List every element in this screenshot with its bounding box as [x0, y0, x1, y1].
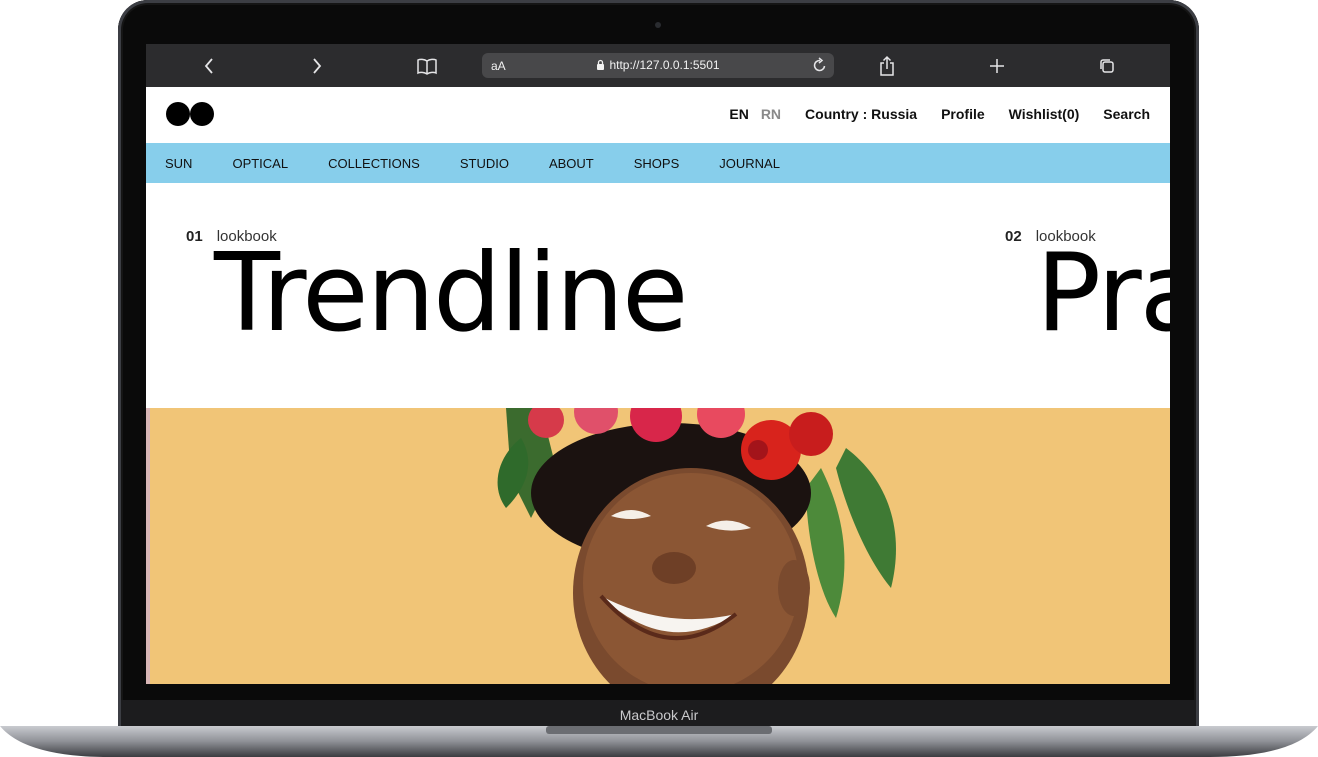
nav-item-sun[interactable]: SUN	[165, 156, 192, 171]
reload-icon	[813, 57, 826, 72]
nav-item-studio[interactable]: STUDIO	[460, 156, 509, 171]
nav-item-about[interactable]: ABOUT	[549, 156, 594, 171]
hero-image	[146, 408, 1170, 684]
url-display: http://127.0.0.1:5501	[482, 58, 834, 72]
url-text: http://127.0.0.1:5501	[609, 58, 720, 72]
browser-toolbar: aA http://127.0.0.1:5501	[146, 44, 1170, 87]
chevron-left-icon	[204, 58, 213, 74]
plus-icon	[990, 59, 1004, 73]
profile-link[interactable]: Profile	[941, 106, 985, 122]
reload-button[interactable]	[812, 56, 828, 77]
site-header: EN RN Country : Russia Profile Wishlist(…	[146, 87, 1170, 143]
book-icon	[417, 58, 437, 75]
logo-two-circles[interactable]	[165, 101, 217, 127]
bookmarks-button[interactable]	[414, 53, 440, 79]
lang-rn[interactable]: RN	[761, 106, 781, 122]
forward-button[interactable]	[304, 53, 330, 79]
nav-item-shops[interactable]: SHOPS	[634, 156, 680, 171]
hero-illustration	[497, 408, 896, 684]
nav-item-collections[interactable]: COLLECTIONS	[328, 156, 420, 171]
lang-en[interactable]: EN	[729, 106, 748, 122]
share-button[interactable]	[874, 53, 900, 79]
lock-icon	[597, 59, 605, 70]
language-switcher: EN RN	[729, 106, 781, 122]
lookbook-2-title[interactable]: Pra	[1036, 240, 1170, 348]
laptop-base	[0, 726, 1318, 757]
tabs-button[interactable]	[1094, 53, 1120, 79]
tabs-icon	[1100, 59, 1114, 73]
country-selector[interactable]: Country : Russia	[805, 106, 917, 122]
category-nav: SUN OPTICAL COLLECTIONS STUDIO ABOUT SHO…	[146, 143, 1170, 183]
lookbook-number: 02	[1005, 228, 1022, 245]
address-bar[interactable]: aA http://127.0.0.1:5501	[482, 53, 834, 78]
new-tab-button[interactable]	[984, 53, 1010, 79]
share-icon	[880, 55, 894, 76]
device-model-label: MacBook Air	[619, 707, 699, 723]
search-link[interactable]: Search	[1103, 106, 1150, 122]
lookbook-1-title[interactable]: Trendline	[214, 240, 688, 348]
header-nav: EN RN Country : Russia Profile Wishlist(…	[729, 106, 1150, 122]
camera	[655, 22, 661, 28]
wishlist-link[interactable]: Wishlist(0)	[1009, 106, 1080, 122]
browser-screen: aA http://127.0.0.1:5501 EN RN Country:…	[146, 44, 1170, 684]
nav-item-journal[interactable]: JOURNAL	[719, 156, 780, 171]
lookbook-number: 01	[186, 228, 203, 245]
hero-edge	[146, 408, 150, 684]
nav-item-optical[interactable]: OPTICAL	[232, 156, 288, 171]
back-button[interactable]	[196, 53, 222, 79]
chevron-right-icon	[313, 58, 322, 74]
